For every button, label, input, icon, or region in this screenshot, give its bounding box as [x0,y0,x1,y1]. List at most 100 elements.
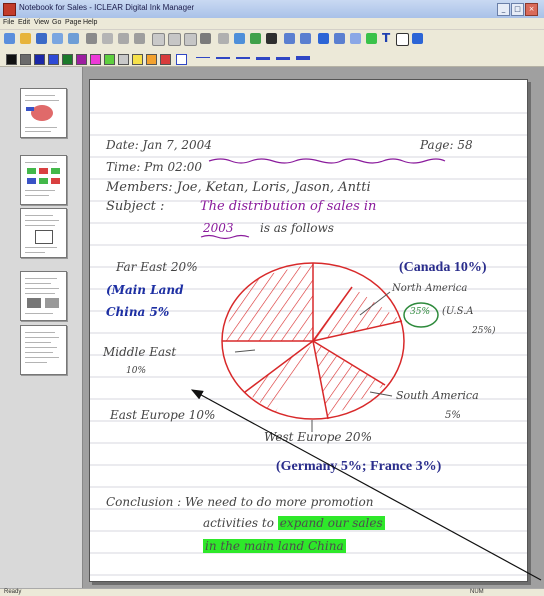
save-icon[interactable] [36,33,47,44]
window-title: Notebook for Sales - ICLEAR Digital Ink … [19,3,195,12]
page-thumbnails-panel [0,67,83,588]
zoom-in-icon[interactable] [168,33,181,46]
label-far-east: Far East 20% [116,260,198,274]
copy-icon[interactable] [118,33,129,44]
label-middle-east: Middle East [103,345,177,359]
conclusion-line-1: Conclusion : We need to do more promotio… [106,495,374,509]
highlighter-icon[interactable] [350,33,361,44]
new-icon[interactable] [4,33,15,44]
pen-width-1[interactable] [196,57,210,58]
color-swatch[interactable] [76,54,87,65]
label-canada: (Canada 10%) [399,260,487,275]
thin-pen-icon[interactable] [334,33,345,44]
page-setup-icon[interactable] [234,33,245,44]
insert-image-icon[interactable] [250,33,261,44]
color-swatch[interactable] [160,54,171,65]
zoom-out-icon[interactable] [184,33,197,46]
page-thumbnail[interactable] [20,325,67,375]
color-swatch[interactable] [104,54,115,65]
pen-width-6[interactable] [296,56,310,60]
label-south-america: South America [396,389,479,402]
page-thumbnail[interactable] [20,155,67,205]
minimize-button[interactable]: _ [497,3,510,16]
menu-view[interactable]: View [34,19,49,26]
label-usa: (U.S.A [442,306,474,317]
note-subject-rest: is as follows [260,221,334,235]
label-west-europe: West Europe 20% [264,430,372,444]
conclusion-line-2-text: activities to [203,516,274,530]
menu-go[interactable]: Go [52,19,61,26]
main-toolbar: T [0,30,544,50]
label-middle-percent: 10% [126,366,147,376]
font-icon[interactable] [266,33,277,44]
menu-page[interactable]: Page [65,19,81,26]
color-swatch[interactable] [132,54,143,65]
close-button[interactable]: × [525,3,538,16]
open-icon[interactable] [20,33,31,44]
pen-width-3[interactable] [236,57,250,59]
rectangle-icon[interactable] [396,33,409,46]
notebook-page[interactable]: Date: Jan 7, 2004 Page: 58 Time: Pm 02:0… [89,79,528,582]
label-germany-france: (Germany 5%; France 3%) [276,459,442,474]
current-color-swatch[interactable] [176,54,187,65]
page-next-icon[interactable] [300,33,311,44]
conclusion-line-3: in the main land China [203,539,346,553]
fit-icon[interactable] [200,33,211,44]
page-prev-icon[interactable] [284,33,295,44]
note-subject-label: Subject : [106,199,165,214]
label-mainland: (Main Land [106,283,184,297]
note-time: Time: Pm 02:00 [106,160,203,174]
app-icon [3,3,16,16]
export-icon[interactable] [68,33,79,44]
color-swatch[interactable] [6,54,17,65]
label-east-europe: East Europe 10% [110,408,216,422]
pen-width-4[interactable] [256,57,270,60]
label-south-percent: 5% [445,410,461,421]
color-swatch[interactable] [90,54,101,65]
color-swatch[interactable] [20,54,31,65]
color-palette [0,50,544,67]
color-swatch[interactable] [48,54,59,65]
note-subject-year: 2003 [203,221,234,235]
import-icon[interactable] [52,33,63,44]
label-north-percent: 35% [410,307,431,317]
status-right: NUM [470,589,484,595]
status-left: Ready [4,589,22,595]
conclusion-highlight-1: expand our sales [277,516,385,530]
label-usa-percent: 25%) [472,326,496,336]
text-tool-icon[interactable]: T [382,31,390,45]
color-swatch[interactable] [34,54,45,65]
app-window: Notebook for Sales - ICLEAR Digital Ink … [0,0,544,596]
print-icon[interactable] [86,33,97,44]
conclusion-line-2: activities to expand our sales [203,516,385,530]
status-bar: Ready NUM [0,588,544,596]
page-thumbnail[interactable] [20,271,67,321]
color-swatch[interactable] [118,54,129,65]
note-members: Members: Joe, Ketan, Loris, Jason, Antti [106,180,371,195]
note-date: Date: Jan 7, 2004 [106,138,212,152]
undo-icon[interactable] [152,33,165,46]
delete-icon[interactable] [218,33,229,44]
label-china: China 5% [106,305,170,319]
color-swatch[interactable] [62,54,73,65]
color-swatch[interactable] [146,54,157,65]
menu-bar: File Edit View Go Page Help [0,18,544,29]
marker-icon[interactable] [366,33,377,44]
pen-width-2[interactable] [216,57,230,59]
menu-file[interactable]: File [3,19,14,26]
note-page-number: Page: 58 [420,138,473,152]
pen-icon[interactable] [318,33,329,44]
eraser-icon[interactable] [412,33,423,44]
page-thumbnail[interactable] [20,208,67,258]
pen-width-5[interactable] [276,57,290,60]
maximize-button[interactable]: □ [511,3,524,16]
page-thumbnail[interactable] [20,88,67,138]
menu-edit[interactable]: Edit [18,19,30,26]
title-bar: Notebook for Sales - ICLEAR Digital Ink … [0,0,544,18]
menu-help[interactable]: Help [83,19,97,26]
label-north-america: North America [392,283,468,294]
note-subject-underlined: The distribution of sales in [200,199,377,214]
cut-icon[interactable] [102,33,113,44]
conclusion-highlight-2: in the main land China [203,539,346,553]
paste-icon[interactable] [134,33,145,44]
